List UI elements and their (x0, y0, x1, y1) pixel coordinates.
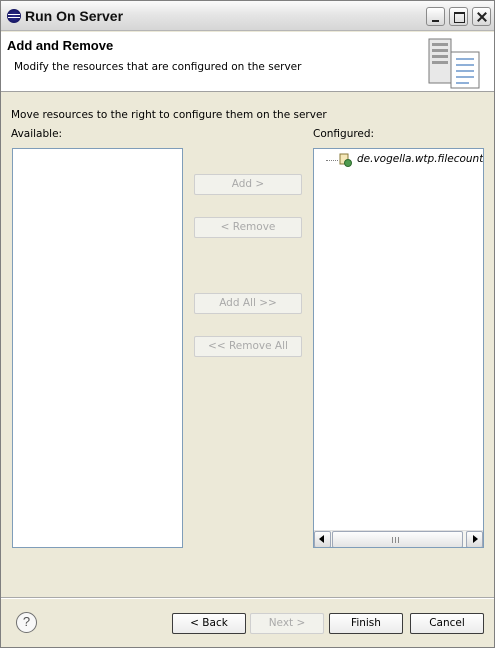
page-title: Add and Remove (7, 38, 114, 53)
remove-all-button[interactable]: << Remove All (194, 336, 302, 357)
run-on-server-dialog: Run On Server Add and Remove Modify the … (0, 0, 495, 648)
wizard-banner: Add and Remove Modify the resources that… (1, 32, 494, 92)
configured-item-label: de.vogella.wtp.filecounte (357, 153, 484, 165)
scroll-right-button[interactable] (466, 531, 483, 547)
grip-icon (392, 537, 400, 543)
back-button[interactable]: < Back (172, 613, 246, 634)
available-label: Available: (11, 128, 63, 140)
next-button[interactable]: Next > (250, 613, 324, 634)
scroll-thumb[interactable] (332, 531, 463, 547)
help-icon[interactable]: ? (16, 612, 37, 633)
web-project-icon (339, 153, 352, 167)
cancel-button[interactable]: Cancel (410, 613, 484, 634)
add-all-button[interactable]: Add All >> (194, 293, 302, 314)
remove-button[interactable]: < Remove (194, 217, 302, 238)
available-list[interactable] (12, 148, 183, 548)
horizontal-scrollbar[interactable] (314, 530, 483, 547)
configured-list[interactable]: de.vogella.wtp.filecounte (313, 148, 484, 548)
finish-button[interactable]: Finish (329, 613, 403, 634)
maximize-button[interactable] (449, 7, 468, 26)
eclipse-icon (7, 9, 21, 23)
instructions-text: Move resources to the right to configure… (11, 109, 327, 121)
page-description: Modify the resources that are configured… (14, 61, 302, 73)
window-title: Run On Server (25, 8, 124, 24)
minimize-button[interactable] (426, 7, 445, 26)
add-button[interactable]: Add > (194, 174, 302, 195)
configured-label: Configured: (313, 128, 375, 140)
footer-separator (1, 597, 494, 599)
tree-connector (326, 160, 338, 161)
server-icon (428, 38, 480, 89)
close-button[interactable] (472, 7, 491, 26)
scroll-left-button[interactable] (314, 531, 331, 547)
title-bar[interactable]: Run On Server (1, 1, 494, 31)
